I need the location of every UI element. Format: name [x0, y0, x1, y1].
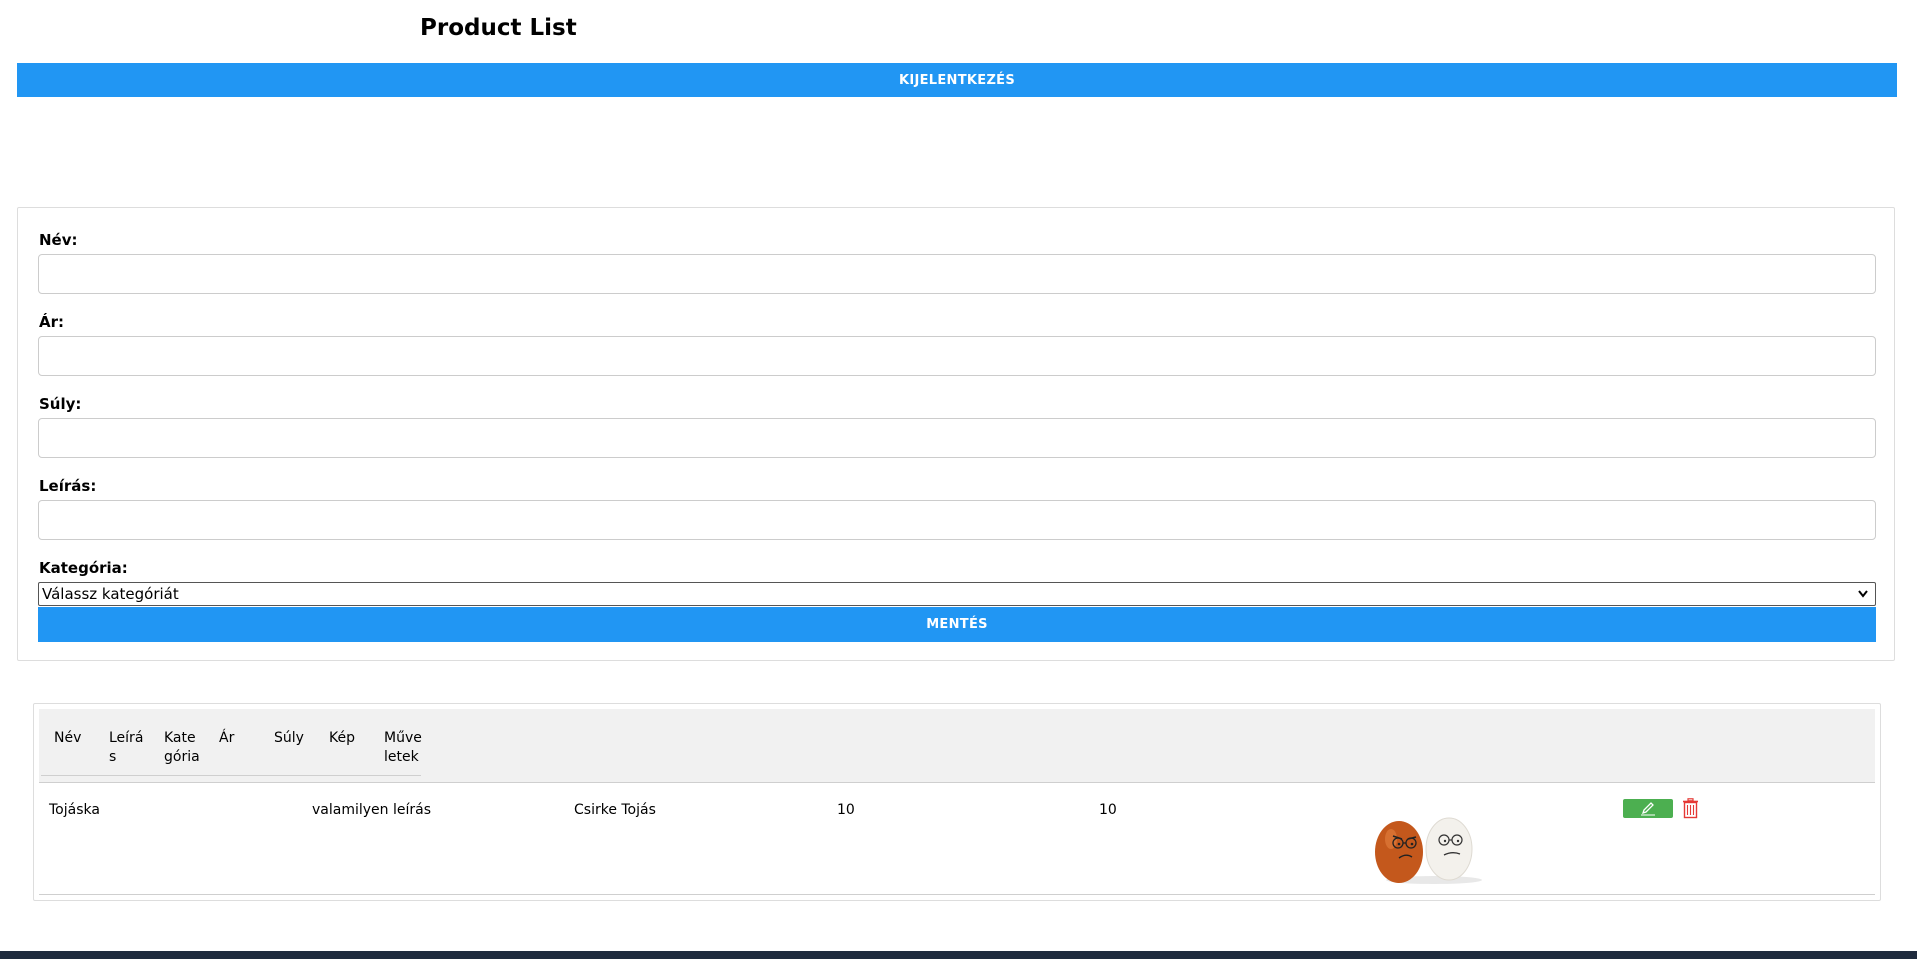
- header-divider: [41, 775, 421, 776]
- column-header-price: Ár: [219, 730, 235, 746]
- chevron-down-icon: [1858, 590, 1868, 598]
- delete-button[interactable]: [1682, 798, 1699, 819]
- price-input[interactable]: [38, 336, 1876, 376]
- cell-name: Tojáska: [49, 802, 100, 818]
- pencil-icon: [1641, 801, 1655, 815]
- column-header-image: Kép: [329, 730, 355, 746]
- column-header-actions: Műve letek: [384, 730, 422, 765]
- column-header-description: Leírá s: [109, 730, 144, 765]
- eggs-image: [1375, 817, 1482, 884]
- product-form: Név: Ár: Súly: Leírás: Kategória: Válass…: [17, 207, 1895, 661]
- cell-category: Csirke Tojás: [574, 802, 656, 818]
- save-button[interactable]: MENTÉS: [38, 607, 1876, 642]
- row-divider: [39, 894, 1875, 895]
- description-label: Leírás:: [39, 477, 97, 495]
- price-label: Ár:: [39, 313, 65, 331]
- product-table: Név Leírá s Kate gória Ár Súly Kép Műve …: [33, 703, 1881, 901]
- category-label: Kategória:: [39, 559, 128, 577]
- logout-button[interactable]: KIJELENTKEZÉS: [17, 63, 1897, 97]
- column-header-category: Kate gória: [164, 730, 200, 765]
- taskbar-edge: [0, 951, 1917, 959]
- cell-description: valamilyen leírás: [312, 802, 431, 818]
- category-select[interactable]: Válassz kategóriát: [38, 582, 1876, 606]
- name-label: Név:: [39, 231, 78, 249]
- name-input[interactable]: [38, 254, 1876, 294]
- cell-weight: 10: [1099, 802, 1117, 818]
- column-header-name: Név: [54, 730, 82, 746]
- column-header-weight: Súly: [274, 730, 304, 746]
- weight-input[interactable]: [38, 418, 1876, 458]
- description-input[interactable]: [38, 500, 1876, 540]
- cell-price: 10: [837, 802, 855, 818]
- weight-label: Súly:: [39, 395, 82, 413]
- trash-icon: [1683, 798, 1698, 819]
- table-header: Név Leírá s Kate gória Ár Súly Kép Műve …: [39, 709, 1875, 783]
- category-selected-value: Válassz kategóriát: [42, 585, 179, 603]
- page-title: Product List: [420, 15, 577, 41]
- edit-button[interactable]: [1623, 799, 1673, 818]
